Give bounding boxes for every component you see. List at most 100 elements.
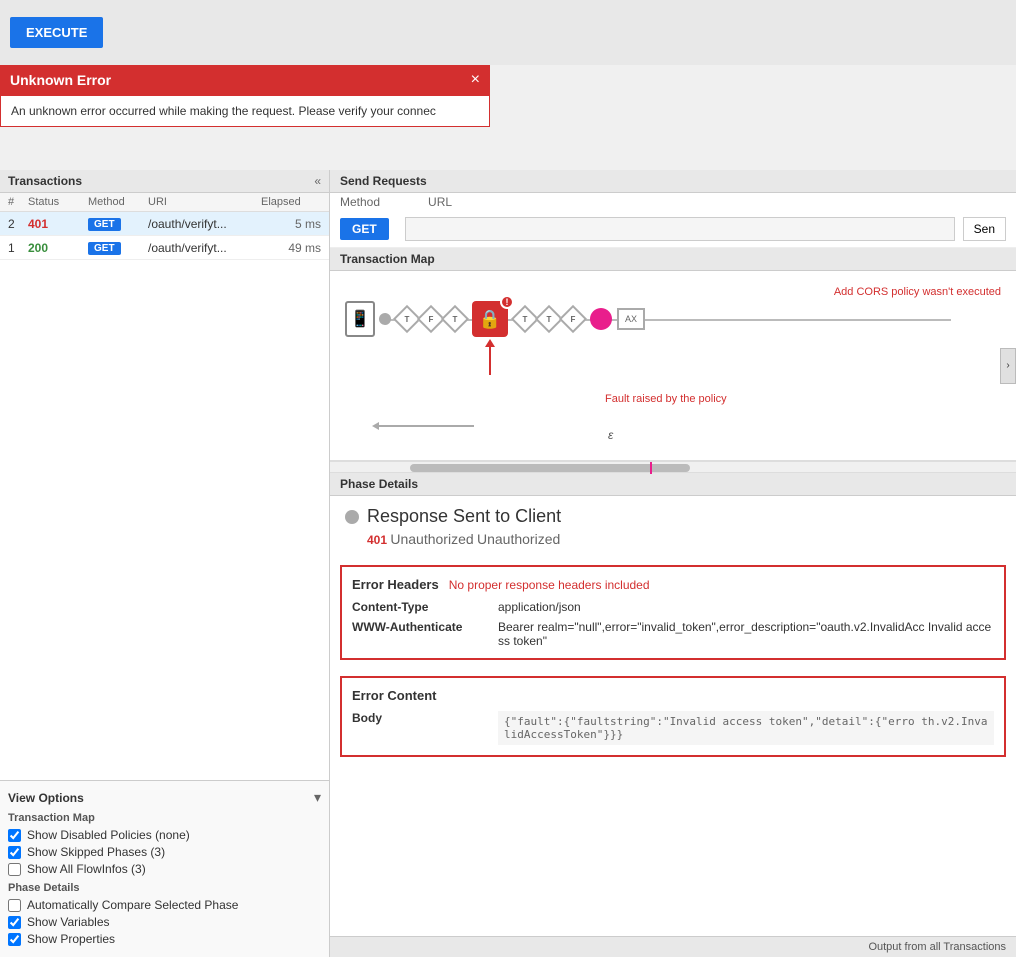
phase-dot xyxy=(345,510,359,524)
checkbox-all-flowinfos: Show All FlowInfos (3) xyxy=(8,862,321,876)
phase-details-content: Response Sent to Client 401 Unauthorized… xyxy=(330,496,1016,557)
method-row-labels: Method URL xyxy=(330,193,1016,211)
row-status: 401 xyxy=(28,217,88,231)
row-num: 1 xyxy=(8,241,28,255)
checkbox-all-flowinfos-label: Show All FlowInfos (3) xyxy=(27,862,146,876)
checkbox-all-flowinfos-input[interactable] xyxy=(8,863,21,876)
return-arrowhead xyxy=(372,422,379,430)
execute-button[interactable]: EXECUTE xyxy=(10,17,103,48)
row-elapsed: 5 ms xyxy=(261,217,321,231)
checkbox-auto-compare-input[interactable] xyxy=(8,899,21,912)
checkbox-disabled-policies-label: Show Disabled Policies (none) xyxy=(27,828,190,842)
phase-title: Response Sent to Client xyxy=(367,506,561,527)
get-method-button[interactable]: GET xyxy=(340,218,389,240)
error-content-section: Error Content Body {"fault":{"faultstrin… xyxy=(340,676,1006,757)
flow-circle-gray xyxy=(379,313,391,325)
col-method: Method xyxy=(88,196,148,208)
flow-diagram: 📱 T F T 🔒 ! T xyxy=(345,301,1006,337)
row-elapsed: 49 ms xyxy=(261,241,321,255)
body-key: Body xyxy=(352,711,492,745)
checkbox-skipped-phases: Show Skipped Phases (3) xyxy=(8,845,321,859)
error-badge: ! xyxy=(500,295,514,309)
col-status: Status xyxy=(28,196,88,208)
send-requests-row: GET Sen xyxy=(330,211,1016,248)
row-status: 200 xyxy=(28,241,88,255)
epsilon-label: ε xyxy=(608,428,613,442)
checkbox-disabled-policies-input[interactable] xyxy=(8,829,21,842)
error-banner: Unknown Error × An unknown error occurre… xyxy=(0,65,490,127)
view-options-title: View Options xyxy=(8,791,84,805)
arrow-head xyxy=(485,339,495,347)
phase-status-row: 401 Unauthorized Unauthorized xyxy=(367,531,1001,547)
main-layout: Transactions « # Status Method URI Elaps… xyxy=(0,170,1016,957)
ax-box: AX xyxy=(617,308,645,330)
www-auth-key: WWW-Authenticate xyxy=(352,620,492,634)
content-type-value: application/json xyxy=(498,600,994,614)
row-num: 2 xyxy=(8,217,28,231)
checkbox-disabled-policies: Show Disabled Policies (none) xyxy=(8,828,321,842)
send-button[interactable]: Sen xyxy=(963,217,1006,241)
view-options-header: View Options ▾ xyxy=(8,789,321,806)
checkbox-show-variables: Show Variables xyxy=(8,915,321,929)
col-elapsed: Elapsed xyxy=(261,196,321,208)
checkbox-show-properties: Show Properties xyxy=(8,932,321,946)
table-row[interactable]: 2 401 GET /oauth/verifyt... 5 ms xyxy=(0,212,329,236)
lock-icon-red: 🔒 ! xyxy=(472,301,508,337)
cors-label: Add CORS policy wasn't executed xyxy=(834,286,1001,298)
row-uri: /oauth/verifyt... xyxy=(148,217,261,231)
right-collapse-button[interactable]: › xyxy=(1000,348,1016,384)
error-note: No proper response headers included xyxy=(449,578,650,592)
arrow-line xyxy=(489,347,491,375)
checkbox-show-properties-input[interactable] xyxy=(8,933,21,946)
checkbox-show-properties-label: Show Properties xyxy=(27,932,115,946)
send-requests-header: Send Requests xyxy=(330,170,1016,193)
diamond-T2: T xyxy=(441,305,469,333)
error-banner-header: Unknown Error × xyxy=(0,65,490,95)
table-row[interactable]: 1 200 GET /oauth/verifyt... 49 ms xyxy=(0,236,329,260)
phase-details-section-label: Phase Details xyxy=(8,882,321,894)
mobile-icon: 📱 xyxy=(345,301,375,337)
circle-pink xyxy=(590,308,612,330)
bottom-bar: Output from all Transactions xyxy=(330,936,1016,957)
checkbox-show-variables-input[interactable] xyxy=(8,916,21,929)
phase-status-code: 401 xyxy=(367,533,387,547)
content-type-key: Content-Type xyxy=(352,600,492,614)
checkbox-skipped-phases-input[interactable] xyxy=(8,846,21,859)
left-panel: Transactions « # Status Method URI Elaps… xyxy=(0,170,330,957)
error-banner-close-button[interactable]: × xyxy=(471,71,480,89)
return-line xyxy=(379,425,474,427)
transaction-map-header: Transaction Map xyxy=(330,248,1016,271)
col-uri: URI xyxy=(148,196,261,208)
transactions-header: Transactions « xyxy=(0,170,329,193)
view-options-toggle[interactable]: ▾ xyxy=(314,789,321,806)
checkbox-show-variables-label: Show Variables xyxy=(27,915,110,929)
phase-status-text: Unauthorized xyxy=(390,531,473,547)
phase-details-header: Phase Details xyxy=(330,473,1016,496)
diamond-F2: F xyxy=(559,305,587,333)
row-method: GET xyxy=(88,216,148,231)
collapse-button[interactable]: « xyxy=(314,174,321,188)
error-banner-message: An unknown error occurred while making t… xyxy=(11,104,436,118)
checkbox-auto-compare: Automatically Compare Selected Phase xyxy=(8,898,321,912)
error-content-grid: Body {"fault":{"faultstring":"Invalid ac… xyxy=(352,711,994,745)
view-options: View Options ▾ Transaction Map Show Disa… xyxy=(0,780,329,957)
scrollbar-thumb xyxy=(410,464,690,472)
error-headers-row: Error Headers No proper response headers… xyxy=(352,577,994,592)
right-panel: Send Requests Method URL GET Sen Transac… xyxy=(330,170,1016,957)
error-details-grid: Content-Type application/json WWW-Authen… xyxy=(352,600,994,648)
scroll-indicator xyxy=(650,462,652,474)
phase-status-unauthorized: Unauthorized xyxy=(477,531,560,547)
row-method: GET xyxy=(88,240,148,255)
phase-title-row: Response Sent to Client xyxy=(345,506,1001,527)
url-input[interactable] xyxy=(405,217,955,241)
transaction-map-section-label: Transaction Map xyxy=(8,812,321,824)
return-arrow xyxy=(372,422,474,430)
error-content-title: Error Content xyxy=(352,688,994,703)
transactions-title: Transactions xyxy=(8,174,82,188)
checkbox-skipped-phases-label: Show Skipped Phases (3) xyxy=(27,845,165,859)
error-details-box: Error Headers No proper response headers… xyxy=(340,565,1006,660)
checkbox-auto-compare-label: Automatically Compare Selected Phase xyxy=(27,898,238,912)
fault-label: Fault raised by the policy xyxy=(605,393,727,405)
bottom-bar-label: Output from all Transactions xyxy=(868,941,1006,953)
horizontal-scrollbar[interactable] xyxy=(330,461,1016,473)
